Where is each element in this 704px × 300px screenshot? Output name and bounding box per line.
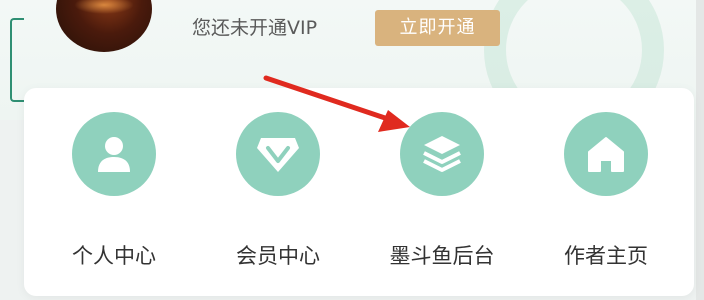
app-screen: 您还未开通VIP 立即开通 个人中心 会员中心 墨斗鱼后台 作者主页 xyxy=(0,0,704,300)
layers-icon[interactable] xyxy=(400,112,484,196)
person-icon[interactable] xyxy=(72,112,156,196)
menu-item-label: 作者主页 xyxy=(564,244,648,268)
menu-item-author-homepage[interactable]: 作者主页 xyxy=(546,112,666,282)
vip-diamond-icon[interactable] xyxy=(236,112,320,196)
activate-vip-button[interactable]: 立即开通 xyxy=(375,10,500,46)
menu-item-member-center[interactable]: 会员中心 xyxy=(218,112,338,282)
home-icon[interactable] xyxy=(564,112,648,196)
menu-item-admin-backend[interactable]: 墨斗鱼后台 xyxy=(382,112,502,282)
scrollbar-track[interactable] xyxy=(696,0,704,300)
menu-card: 个人中心 会员中心 墨斗鱼后台 作者主页 xyxy=(24,88,694,296)
vip-status-text: 您还未开通VIP xyxy=(192,17,318,39)
menu-item-label: 会员中心 xyxy=(236,244,320,268)
menu-item-label: 墨斗鱼后台 xyxy=(389,244,495,268)
side-panel-edge xyxy=(10,18,24,102)
menu-item-personal-center[interactable]: 个人中心 xyxy=(54,112,174,282)
menu-item-label: 个人中心 xyxy=(72,244,156,268)
